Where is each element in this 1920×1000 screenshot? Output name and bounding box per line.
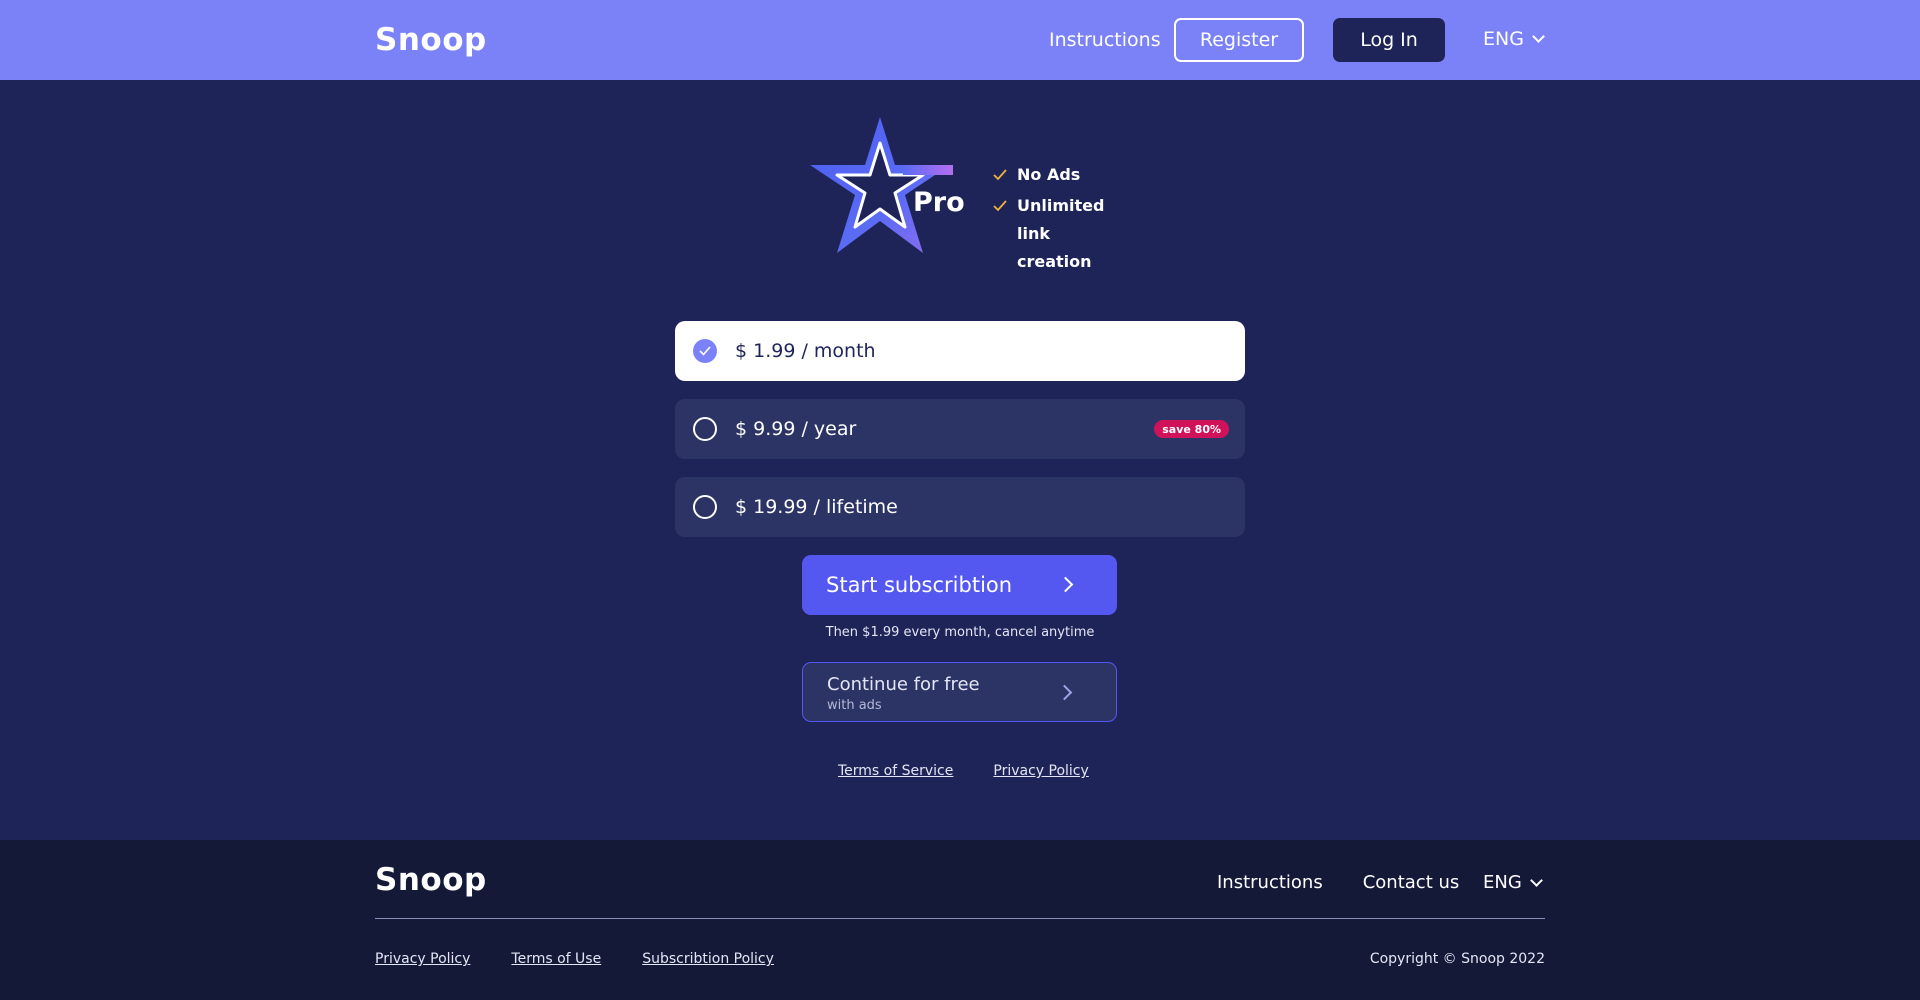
privacy-policy-link[interactable]: Privacy Policy xyxy=(993,763,1088,779)
footer-language-label: ENG xyxy=(1483,872,1522,893)
footer-divider xyxy=(375,918,1545,919)
feature-list: No Ads Unlimited link creation xyxy=(993,161,1127,276)
plan-label: $ 9.99 / year xyxy=(735,418,857,440)
pro-label: Pro xyxy=(913,187,965,218)
footer-contact-link[interactable]: Contact us xyxy=(1363,872,1460,893)
check-icon xyxy=(993,161,1007,189)
radio-checked-icon[interactable] xyxy=(693,339,717,363)
language-selector[interactable]: ENG xyxy=(1483,28,1545,50)
copyright: Copyright © Snoop 2022 xyxy=(1369,951,1545,967)
chevron-right-icon xyxy=(1056,684,1073,701)
footer-subscription-policy-link[interactable]: Subscribtion Policy xyxy=(642,951,774,967)
footer-instructions-link[interactable]: Instructions xyxy=(1217,872,1323,893)
continue-free-sublabel: with ads xyxy=(827,698,882,713)
plan-lifetime[interactable]: $ 19.99 / lifetime xyxy=(675,477,1245,537)
nav-instructions[interactable]: Instructions xyxy=(1049,29,1161,51)
feature-text: No Ads xyxy=(1017,165,1081,184)
footer-legal-links: Privacy Policy Terms of Use Subscribtion… xyxy=(375,951,774,967)
footer-logo[interactable]: Snoop xyxy=(375,862,487,898)
radio-icon[interactable] xyxy=(693,495,717,519)
footer-terms-link[interactable]: Terms of Use xyxy=(511,951,601,967)
language-label: ENG xyxy=(1483,28,1524,50)
continue-free-button[interactable]: Continue for free with ads xyxy=(802,662,1117,722)
chevron-right-icon xyxy=(1057,576,1074,593)
register-button[interactable]: Register xyxy=(1174,18,1304,62)
chevron-down-icon xyxy=(1529,873,1543,887)
logo[interactable]: Snoop xyxy=(375,22,487,58)
star-icon xyxy=(805,113,965,258)
subscription-note: Then $1.99 every month, cancel anytime xyxy=(825,625,1095,640)
continue-free-label: Continue for free xyxy=(827,674,980,695)
feature-item: Unlimited link creation xyxy=(993,192,1127,276)
check-icon xyxy=(993,192,1007,220)
feature-text: Unlimited link creation xyxy=(1017,196,1105,271)
footer-language-selector[interactable]: ENG xyxy=(1483,872,1543,893)
plan-monthly[interactable]: $ 1.99 / month xyxy=(675,321,1245,381)
save-badge: save 80% xyxy=(1154,420,1229,438)
login-button[interactable]: Log In xyxy=(1333,18,1445,62)
start-subscription-button[interactable]: Start subscribtion xyxy=(802,555,1117,615)
plan-yearly[interactable]: $ 9.99 / year save 80% xyxy=(675,399,1245,459)
start-subscription-label: Start subscribtion xyxy=(826,573,1013,597)
top-header: Snoop Instructions Register Log In ENG xyxy=(0,0,1920,80)
radio-icon[interactable] xyxy=(693,417,717,441)
chevron-down-icon xyxy=(1532,30,1545,43)
plan-label: $ 1.99 / month xyxy=(735,340,876,362)
terms-of-service-link[interactable]: Terms of Service xyxy=(838,763,953,779)
footer-nav: Instructions Contact us xyxy=(1217,872,1459,893)
plan-label: $ 19.99 / lifetime xyxy=(735,496,898,518)
footer: Snoop Instructions Contact us ENG Privac… xyxy=(0,840,1920,1000)
feature-item: No Ads xyxy=(993,161,1127,189)
legal-links: Terms of Service Privacy Policy xyxy=(838,763,1089,779)
footer-privacy-link[interactable]: Privacy Policy xyxy=(375,951,470,967)
